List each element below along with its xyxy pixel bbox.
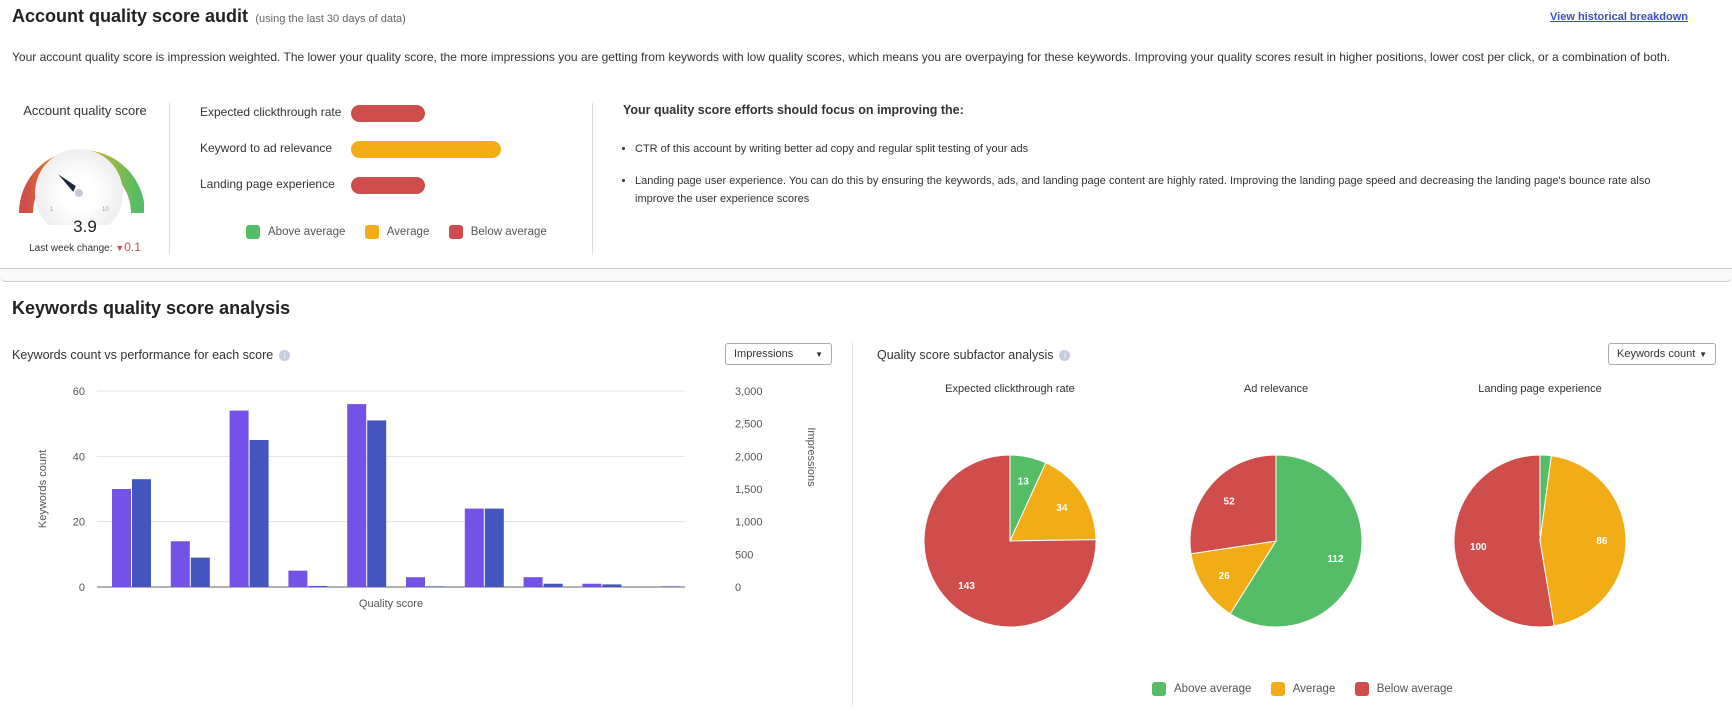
y2-tick-label: 2,500 <box>735 419 763 431</box>
divider <box>852 343 853 705</box>
factor-rating-bar-below-average <box>351 105 425 122</box>
factor-label: Keyword to ad relevance <box>200 141 333 155</box>
y2-axis-label: Impressions <box>805 427 817 487</box>
factor-rating-bar-average <box>351 141 501 158</box>
divider <box>169 103 170 255</box>
focus-item: Landing page user experience. You can do… <box>635 172 1682 208</box>
pie-data-label: 112 <box>1327 554 1344 565</box>
y-tick-label: 40 <box>73 451 85 463</box>
bar-keywords-count <box>464 508 484 587</box>
legend-below-average: Below average <box>1354 682 1453 696</box>
bar-impressions <box>190 557 210 587</box>
pie-title: Expected clickthrough rate <box>945 383 1075 395</box>
bar-impressions <box>132 479 151 587</box>
bar-keywords-count <box>406 577 425 587</box>
focus-title: Your quality score efforts should focus … <box>623 103 964 117</box>
page-subtitle: (using the last 30 days of data) <box>255 13 406 25</box>
bar-keywords-count <box>347 404 367 587</box>
bar-impressions <box>602 584 622 587</box>
last-week-change-value: 0.1 <box>124 240 141 254</box>
y2-tick-label: 3,000 <box>735 386 763 398</box>
bar-keywords-count <box>112 489 131 587</box>
y-tick-label: 0 <box>79 582 85 594</box>
bar-keywords-count <box>170 541 190 587</box>
pie-legend: Above average Average Below average <box>1152 682 1469 699</box>
pie-title: Ad relevance <box>1244 383 1308 395</box>
bar-keywords-count <box>582 583 602 587</box>
audit-description: Your account quality score is impression… <box>12 50 1671 64</box>
legend-below-average: Below average <box>448 225 547 239</box>
pie-data-label: 26 <box>1219 571 1231 582</box>
pie-data-label: 13 <box>1018 477 1030 488</box>
pie-data-label: 34 <box>1056 503 1068 514</box>
pie-panel-title: Quality score subfactor analysis i <box>877 348 1071 362</box>
legend-average: Average <box>364 225 429 239</box>
legend-above-average: Above average <box>246 225 345 239</box>
chevron-down-icon: ▼ <box>1699 349 1707 359</box>
y-tick-label: 20 <box>73 517 85 529</box>
section-separator <box>0 268 1732 282</box>
last-week-change: Last week change: ▼0.1 <box>10 240 160 254</box>
info-icon[interactable]: i <box>1059 350 1071 362</box>
pie-data-label: 86 <box>1596 536 1608 547</box>
gauge-value: 3.9 <box>73 217 97 236</box>
pie-data-label: 52 <box>1224 497 1236 508</box>
bar-impressions <box>367 420 387 587</box>
pie-slice-average <box>1539 455 1627 627</box>
down-triangle-icon: ▼ <box>115 243 125 253</box>
quality-gauge: 1 10 <box>19 149 144 225</box>
gauge-label: Account quality score <box>23 103 147 118</box>
y2-tick-label: 500 <box>735 549 753 561</box>
divider <box>592 103 593 255</box>
bar-impressions <box>308 586 328 587</box>
factor-label: Expected clickthrough rate <box>200 105 342 119</box>
pie-title: Landing page experience <box>1478 383 1602 395</box>
bar-keywords-count <box>523 577 543 587</box>
pie-metric-dropdown[interactable]: Keywords count ▼ <box>1608 343 1716 365</box>
focus-item: CTR of this account by writing better ad… <box>635 140 1682 158</box>
audit-header: Account quality score audit (using the l… <box>12 6 406 27</box>
focus-list: CTR of this account by writing better ad… <box>622 140 1682 208</box>
pie-slice-below-average <box>1453 454 1555 628</box>
last-week-change-label: Last week change: <box>29 243 113 254</box>
y2-tick-label: 0 <box>735 582 741 594</box>
subfactor-pie-charts: Expected clickthrough rate 13 34 143 Ad rele… <box>923 383 1627 628</box>
bar-impressions <box>484 508 504 587</box>
y-tick-label: 60 <box>73 386 85 398</box>
pie-data-label: 100 <box>1470 542 1487 553</box>
info-icon[interactable]: i <box>279 350 291 362</box>
legend-average: Average <box>1270 682 1335 696</box>
pie-data-label: 143 <box>958 581 975 592</box>
bar-impressions <box>661 586 681 587</box>
y-axis-label: Keywords count <box>37 450 49 528</box>
factor-rating-bar-below-average <box>351 177 425 194</box>
bar-impressions <box>426 586 445 587</box>
keywords-bar-chart: 0 20 40 60 0 500 1,000 1,500 2,000 2,500 3,000 Qual… <box>37 386 817 610</box>
bar-keywords-count <box>288 570 308 587</box>
legend-above-average: Above average <box>1152 682 1251 696</box>
bar-keywords-count <box>229 410 249 587</box>
x-axis-label: Quality score <box>359 598 423 610</box>
bar-panel-title: Keywords count vs performance for each s… <box>12 348 291 362</box>
factor-label: Landing page experience <box>200 177 335 191</box>
bar-impressions <box>543 583 563 587</box>
y2-tick-label: 2,000 <box>735 451 763 463</box>
bar-metric-dropdown[interactable]: Impressions ▼ <box>725 343 832 365</box>
chevron-down-icon: ▼ <box>815 349 823 359</box>
analysis-title: Keywords quality score analysis <box>12 298 291 318</box>
gauge-max: 10 <box>102 207 109 213</box>
view-historical-breakdown-link[interactable]: View historical breakdown <box>1550 11 1688 23</box>
y2-tick-label: 1,500 <box>735 484 763 496</box>
page-title: Account quality score audit <box>12 6 249 26</box>
bar-impressions <box>249 440 269 587</box>
factor-legend: Above average Average Below average <box>246 225 563 242</box>
y2-tick-label: 1,000 <box>735 517 763 529</box>
